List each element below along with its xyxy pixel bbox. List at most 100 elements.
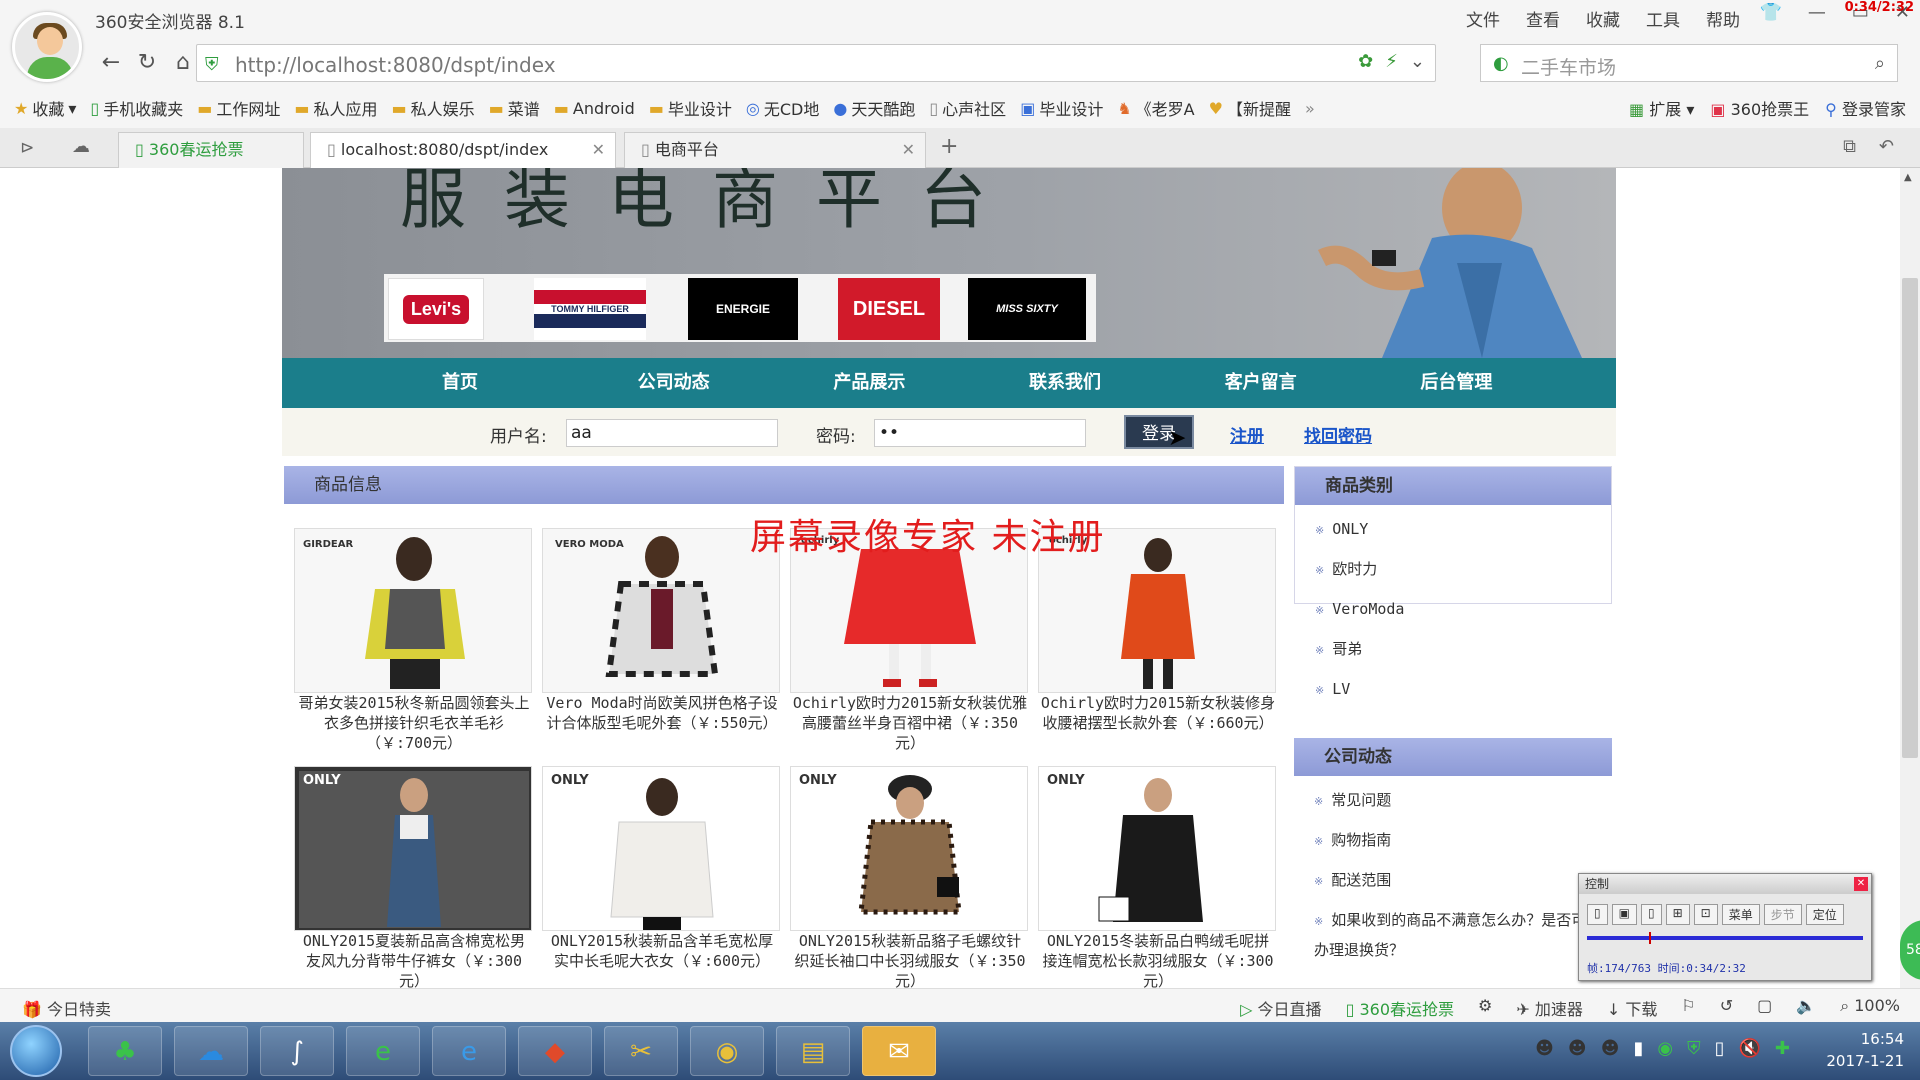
bookmark-item[interactable]: ▬ 毕业设计 <box>649 96 732 120</box>
restore-tabs-icon[interactable]: ⧉ <box>1843 136 1856 157</box>
brand-logo-misssixty[interactable]: MISS SIXTY <box>968 278 1086 340</box>
url-input[interactable]: ⛨ http://localhost:8080/dspt/index ✿ ⚡ ⌄ <box>196 44 1436 82</box>
taskbar-wechat-icon[interactable]: ✉ <box>862 1026 936 1076</box>
search-icon[interactable]: ⌕ <box>1875 53 1885 74</box>
bookmark-item[interactable]: ♞ 《老罗A <box>1117 96 1194 120</box>
category-item[interactable]: LV <box>1295 669 1611 709</box>
fit-icon[interactable]: ⊞ <box>1665 904 1690 925</box>
tray-add-icon[interactable]: ✚ <box>1775 1038 1790 1059</box>
bookmark-item[interactable]: ▬ 菜谱 <box>489 96 540 120</box>
close-tab-icon[interactable]: ✕ <box>902 133 915 167</box>
product-card[interactable]: ONLY ONLY2015冬装新品白鸭绒毛呢拼接连帽宽松长款羽绒服女（￥:300… <box>1038 766 1278 988</box>
minimize-icon[interactable]: — <box>1808 2 1826 23</box>
tray-shield-icon[interactable]: ⛨ <box>1687 1038 1701 1059</box>
nav-products[interactable]: 产品展示 <box>833 358 1029 408</box>
menu-tools[interactable]: 工具 <box>1646 6 1680 31</box>
home-icon[interactable]: ⌂ <box>168 48 198 78</box>
bookmark-item[interactable]: ◎ 无CD地 <box>746 96 819 120</box>
nav-contact[interactable]: 联系我们 <box>1029 358 1225 408</box>
product-caption[interactable]: ONLY2015秋装新品貉子毛螺纹针织延长袖口中长羽绒服女（￥:350元） <box>790 931 1030 988</box>
tray-network-icon[interactable]: ▮ <box>1633 1038 1643 1059</box>
product-caption[interactable]: Ochirly欧时力2015新女秋装优雅高腰蕾丝半身百褶中裙（￥:350元） <box>790 693 1030 753</box>
product-caption[interactable]: ONLY2015秋装新品含羊毛宽松厚实中长毛呢大衣女（￥:600元） <box>542 931 782 971</box>
password-field[interactable]: •• <box>874 419 1086 447</box>
user-avatar[interactable] <box>12 12 82 82</box>
pause-icon[interactable]: ▣ <box>1611 904 1637 925</box>
zoom-level[interactable]: ⌕ 100% <box>1840 996 1900 1020</box>
product-caption[interactable]: Vero Moda时尚欧美风拼色格子设计合体版型毛呢外套（￥:550元） <box>542 693 782 733</box>
prev-frame-icon[interactable]: ▯ <box>1587 904 1608 925</box>
product-image[interactable]: GIRDEAR <box>294 528 532 693</box>
username-field[interactable]: aa <box>566 419 778 447</box>
flag-icon[interactable]: ⚐ <box>1681 996 1695 1020</box>
daily-deals-link[interactable]: 🎁 今日特卖 <box>22 996 111 1020</box>
new-tab-icon[interactable]: + <box>940 134 958 159</box>
category-item[interactable]: 欧时力 <box>1295 549 1611 589</box>
recorder-step-button[interactable]: 步节 <box>1763 904 1802 925</box>
bookmark-item[interactable]: ● 天天酷跑 <box>833 96 915 120</box>
ticket-link[interactable]: ▯ 360春运抢票 <box>1346 996 1454 1020</box>
search-input[interactable]: ◐ 二手车市场 ⌕ <box>1480 44 1898 82</box>
brand-logo-tommy[interactable]: TOMMY HILFIGER <box>534 278 646 340</box>
close-tab-icon[interactable]: ✕ <box>592 133 605 167</box>
tab-ticket[interactable]: ▯ 360春运抢票 <box>118 132 304 168</box>
tab-localhost[interactable]: ▯ localhost:8080/dspt/index ✕ <box>310 132 616 168</box>
tray-qq-icon[interactable]: ☻ <box>1601 1038 1620 1059</box>
menu-favorites[interactable]: 收藏 <box>1586 6 1620 31</box>
bookmark-item[interactable]: ♥ 【新提醒 <box>1209 96 1291 120</box>
volume-icon[interactable]: 🔈 <box>1796 996 1816 1020</box>
product-card[interactable]: VERO MODA Vero Moda时尚欧美风拼色格子设计合体版型毛呢外套（￥… <box>542 528 782 733</box>
register-link[interactable]: 注册 <box>1230 422 1264 447</box>
nav-admin[interactable]: 后台管理 <box>1420 358 1616 408</box>
taskbar-360browser-icon[interactable]: e <box>346 1026 420 1076</box>
bookmark-item[interactable]: ▬ 工作网址 <box>197 96 280 120</box>
news-item[interactable]: 如果收到的商品不满意怎么办？是否可以办理退换货？ <box>1294 900 1612 964</box>
refresh-icon[interactable]: ↻ <box>132 48 162 78</box>
speed-icon[interactable]: ✿ <box>1358 51 1373 72</box>
nav-messages[interactable]: 客户留言 <box>1225 358 1421 408</box>
product-caption[interactable]: Ochirly欧时力2015新女秋装修身收腰裙摆型长款外套（￥:660元） <box>1038 693 1278 733</box>
more-bookmarks-icon[interactable]: » <box>1305 99 1315 118</box>
news-item[interactable]: 配送范围 <box>1294 860 1612 900</box>
nav-home[interactable]: 首页 <box>442 358 638 408</box>
undo-icon[interactable]: ↶ <box>1879 136 1894 157</box>
category-item[interactable]: 哥弟 <box>1295 629 1611 669</box>
taskbar-cloud-icon[interactable]: ☁ <box>174 1026 248 1076</box>
product-card[interactable]: GIRDEAR 哥弟女装2015秋冬新品圆领套头上衣多色拼接针织毛衣羊毛衫（￥:… <box>294 528 534 753</box>
brand-logo-diesel[interactable]: DIESEL <box>838 278 940 340</box>
category-item[interactable]: VeroModa <box>1295 589 1611 629</box>
news-item[interactable]: 购物指南 <box>1294 820 1612 860</box>
product-card[interactable]: ochirly Ochirly欧时力2015新女秋装优雅高腰蕾丝半身百褶中裙（￥… <box>790 528 1030 753</box>
start-button[interactable] <box>10 1025 62 1077</box>
sidebar-toggle-icon[interactable]: ⊳ <box>20 138 34 158</box>
bookmark-item[interactable]: ▯ 心声社区 <box>929 96 1006 120</box>
taskbar-eclipse-icon[interactable]: ∫ <box>260 1026 334 1076</box>
sync-icon[interactable]: ↺ <box>1720 996 1733 1020</box>
menu-help[interactable]: 帮助 <box>1706 6 1740 31</box>
product-caption[interactable]: ONLY2015冬装新品白鸭绒毛呢拼接连帽宽松长款羽绒服女（￥:300元） <box>1038 931 1278 988</box>
product-caption[interactable]: ONLY2015夏装新品高含棉宽松男友风九分背带牛仔裤女（￥:300元） <box>294 931 534 988</box>
taskbar-explorer-icon[interactable]: ▤ <box>776 1026 850 1076</box>
next-frame-icon[interactable]: ▯ <box>1640 904 1662 925</box>
window-icon[interactable]: ▢ <box>1757 996 1772 1020</box>
progress-marker[interactable] <box>1649 932 1651 944</box>
skin-icon[interactable]: 👕 <box>1759 2 1781 23</box>
recorder-menu-button[interactable]: 菜单 <box>1721 904 1760 925</box>
news-item[interactable]: 常见问题 <box>1294 780 1612 820</box>
taskbar-paint-icon[interactable]: ◆ <box>518 1026 592 1076</box>
close-icon[interactable]: ✕ <box>1854 877 1868 891</box>
product-image[interactable]: ONLY <box>1038 766 1276 931</box>
taskbar-ultraedit-icon[interactable]: ◉ <box>690 1026 764 1076</box>
bug-icon[interactable]: ⚙ <box>1478 996 1492 1020</box>
product-caption[interactable]: 哥弟女装2015秋冬新品圆领套头上衣多色拼接针织毛衣羊毛衫（￥:700元） <box>294 693 534 753</box>
fullscreen-icon[interactable]: ⊡ <box>1693 904 1718 925</box>
tray-qq-icon[interactable]: ☻ <box>1568 1038 1587 1059</box>
bookmark-item[interactable]: ★ 收藏 ▾ <box>14 96 76 120</box>
extensions-button[interactable]: ▦ 扩展 ▾ <box>1629 96 1694 120</box>
tray-volume-icon[interactable]: 🔇 <box>1738 1038 1760 1059</box>
taskbar-ie-icon[interactable]: e <box>432 1026 506 1076</box>
category-item[interactable]: ONLY <box>1295 509 1611 549</box>
product-image[interactable]: ONLY <box>294 766 532 931</box>
bookmark-item[interactable]: ▬ Android <box>554 99 635 118</box>
nav-news[interactable]: 公司动态 <box>638 358 834 408</box>
